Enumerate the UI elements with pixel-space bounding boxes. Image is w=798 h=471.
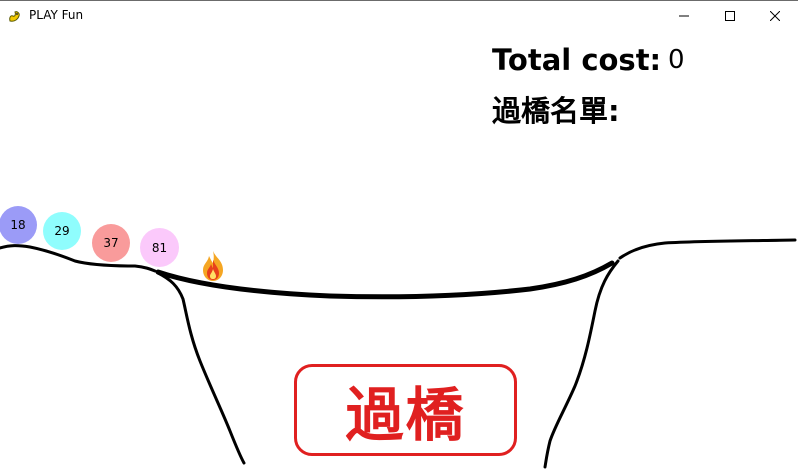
cross-bridge-button[interactable]: 過橋 bbox=[294, 364, 517, 456]
left-cliff-top bbox=[0, 244, 157, 273]
total-cost-value: 0 bbox=[668, 45, 685, 75]
person-token[interactable]: 81 bbox=[140, 228, 179, 267]
minimize-icon bbox=[679, 15, 689, 17]
window-title: PLAY Fun bbox=[29, 8, 84, 22]
right-cliff-wall bbox=[543, 259, 620, 469]
maximize-icon bbox=[725, 11, 735, 21]
person-token[interactable]: 37 bbox=[92, 224, 130, 262]
close-button[interactable] bbox=[752, 1, 798, 31]
pygame-snake-icon bbox=[9, 11, 20, 22]
minimize-button[interactable] bbox=[661, 1, 707, 31]
maximize-button[interactable] bbox=[707, 1, 753, 31]
person-time-label: 37 bbox=[103, 236, 119, 250]
total-cost-label: Total cost: bbox=[492, 43, 662, 77]
person-token[interactable]: 18 bbox=[0, 206, 37, 244]
person-time-label: 81 bbox=[151, 240, 168, 255]
cross-bridge-label: 過橋 bbox=[345, 381, 466, 449]
person-time-label: 29 bbox=[54, 224, 70, 238]
fire-icon[interactable] bbox=[200, 250, 226, 282]
left-cliff-wall bbox=[156, 271, 246, 465]
person-time-label: 18 bbox=[10, 218, 26, 232]
close-icon bbox=[770, 11, 780, 21]
right-cliff-top bbox=[618, 238, 797, 260]
bridge bbox=[155, 260, 615, 300]
window-titlebar[interactable]: PLAY Fun bbox=[0, 0, 798, 31]
game-canvas[interactable]: Total cost: 0 過橋名單: 18 29 37 81 過橋 bbox=[0, 31, 798, 471]
crossed-list-label: 過橋名單: bbox=[492, 94, 620, 128]
person-token[interactable]: 29 bbox=[43, 212, 81, 250]
